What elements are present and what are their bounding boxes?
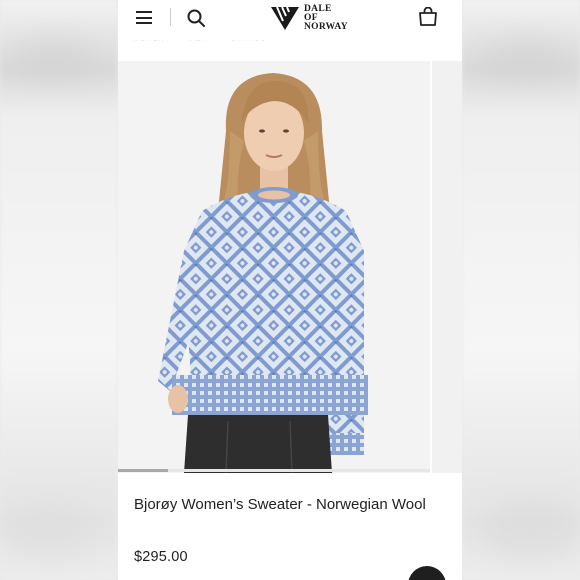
mobile-screen: DALE OF NORWAY WOMEN MEN BRANDS Bjorøy W… — [118, 0, 462, 580]
blurred-backdrop-left — [0, 0, 118, 580]
logo-text: DALE OF NORWAY — [304, 4, 348, 32]
sub-navigation: WOMEN MEN BRANDS — [118, 36, 462, 48]
backdrop-blob — [480, 500, 580, 560]
subnav-item[interactable]: BRANDS — [231, 41, 266, 48]
subnav-item[interactable]: WOMEN — [132, 41, 165, 48]
backdrop-blob — [480, 40, 570, 80]
site-header: DALE OF NORWAY — [118, 0, 462, 36]
blurred-backdrop-right — [462, 0, 580, 580]
logo-mark-icon — [271, 6, 299, 30]
gallery-progress-fill — [118, 469, 168, 472]
product-photo — [118, 61, 430, 473]
product-image[interactable] — [118, 61, 430, 473]
hamburger-icon[interactable] — [136, 11, 152, 24]
chat-icon[interactable] — [408, 566, 446, 580]
header-divider — [170, 8, 171, 26]
search-icon[interactable] — [186, 8, 206, 28]
product-price: $295.00 — [134, 549, 188, 565]
subnav-item[interactable]: MEN — [189, 41, 208, 48]
backdrop-blob — [0, 500, 100, 560]
backdrop-blob — [10, 40, 100, 80]
next-product-image-peek[interactable] — [432, 61, 462, 473]
brand-logo[interactable]: DALE OF NORWAY — [270, 2, 348, 34]
gallery-progress — [118, 469, 430, 472]
shopping-bag-icon[interactable] — [418, 7, 438, 27]
logo-line: NORWAY — [304, 21, 348, 32]
product-title: Bjorøy Women’s Sweater - Norwegian Wool — [134, 496, 426, 513]
